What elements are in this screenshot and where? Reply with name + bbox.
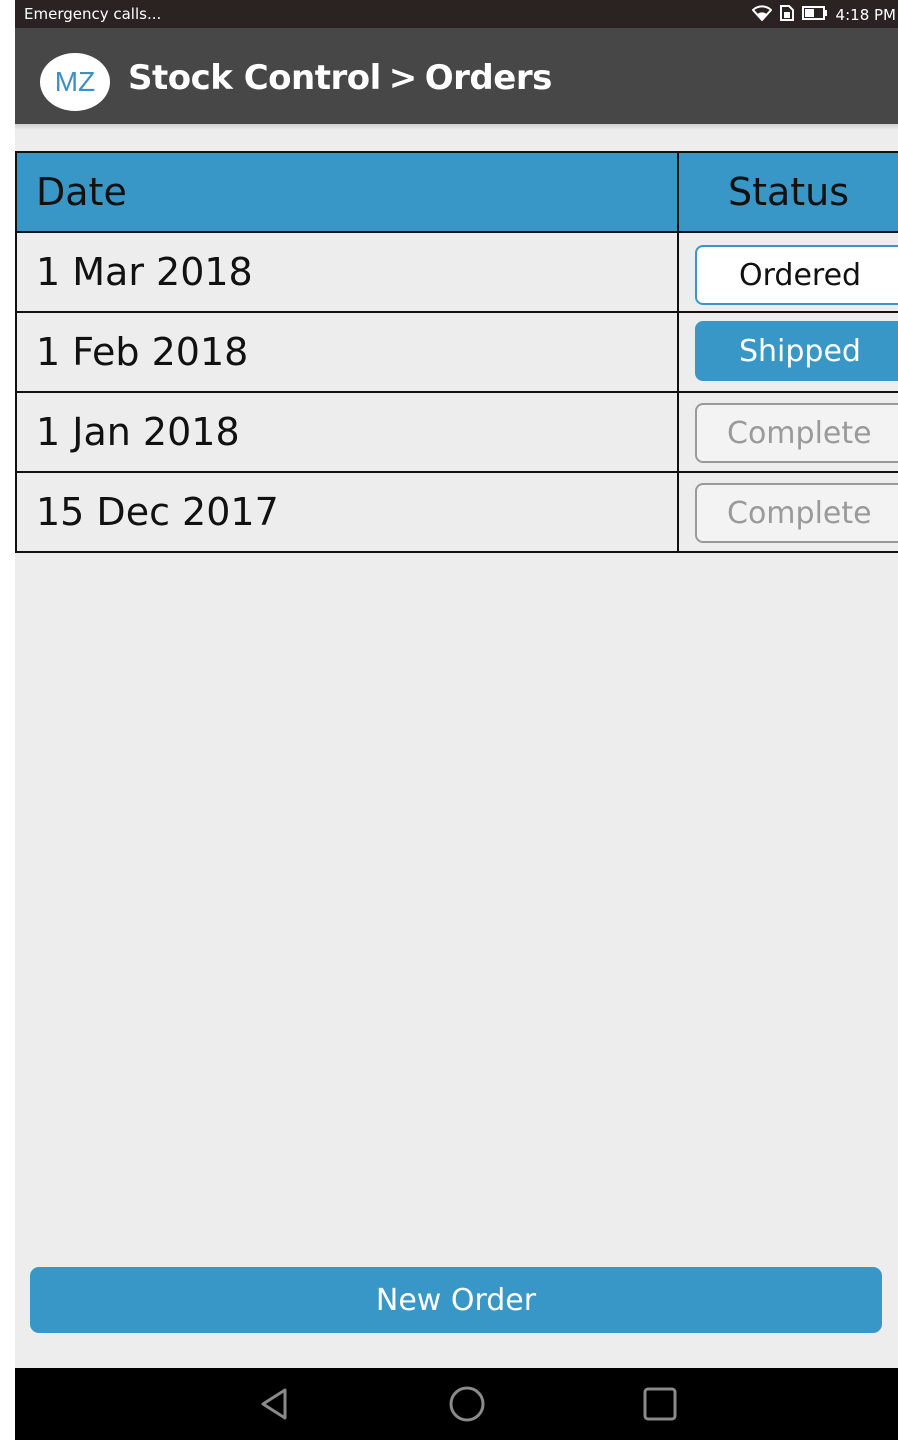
status-icons: 4:18 PM — [751, 5, 896, 25]
order-status-cell: Ordered — [679, 233, 898, 311]
order-date: 15 Dec 2017 — [17, 473, 679, 551]
page-title: Stock Control > Orders — [128, 58, 552, 98]
order-date: 1 Jan 2018 — [17, 393, 679, 471]
table-row[interactable]: 1 Feb 2018 Shipped — [17, 313, 898, 393]
battery-icon — [801, 6, 828, 24]
table-header-row: Date Status — [17, 153, 898, 233]
order-date: 1 Feb 2018 — [17, 313, 679, 391]
recents-icon[interactable] — [640, 1384, 680, 1424]
app-screen: Emergency calls... 4:18 PM MZ Stock Cont… — [15, 0, 898, 1440]
order-date: 1 Mar 2018 — [17, 233, 679, 311]
table-row[interactable]: 15 Dec 2017 Complete — [17, 473, 898, 553]
system-nav-bar — [15, 1368, 898, 1440]
home-icon[interactable] — [447, 1384, 487, 1424]
breadcrumb-root[interactable]: Stock Control — [128, 58, 381, 98]
sim-icon — [779, 5, 794, 25]
column-header-status[interactable]: Status — [679, 153, 898, 231]
status-time: 4:18 PM — [835, 6, 896, 24]
status-button-shipped[interactable]: Shipped — [695, 321, 898, 381]
orders-table: Date Status 1 Mar 2018 Ordered 1 Feb 201… — [15, 151, 898, 553]
app-bar: MZ Stock Control > Orders — [15, 28, 898, 124]
order-status-cell: Shipped — [679, 313, 898, 391]
status-button-complete[interactable]: Complete — [695, 483, 898, 543]
app-logo: MZ — [40, 53, 110, 111]
table-row[interactable]: 1 Jan 2018 Complete — [17, 393, 898, 473]
new-order-button[interactable]: New Order — [30, 1267, 882, 1333]
back-icon[interactable] — [255, 1384, 295, 1424]
breadcrumb-current: Orders — [424, 58, 553, 98]
breadcrumb-separator: > — [388, 58, 418, 98]
status-button-complete[interactable]: Complete — [695, 403, 898, 463]
status-bar: Emergency calls... 4:18 PM — [15, 0, 898, 28]
column-header-date[interactable]: Date — [17, 153, 679, 231]
notification-text: Emergency calls... — [24, 5, 162, 23]
status-button-ordered[interactable]: Ordered — [695, 245, 898, 305]
table-row[interactable]: 1 Mar 2018 Ordered — [17, 233, 898, 313]
app-bar-shadow — [15, 124, 898, 130]
order-status-cell: Complete — [679, 473, 898, 551]
order-status-cell: Complete — [679, 393, 898, 471]
wifi-icon — [751, 5, 772, 25]
